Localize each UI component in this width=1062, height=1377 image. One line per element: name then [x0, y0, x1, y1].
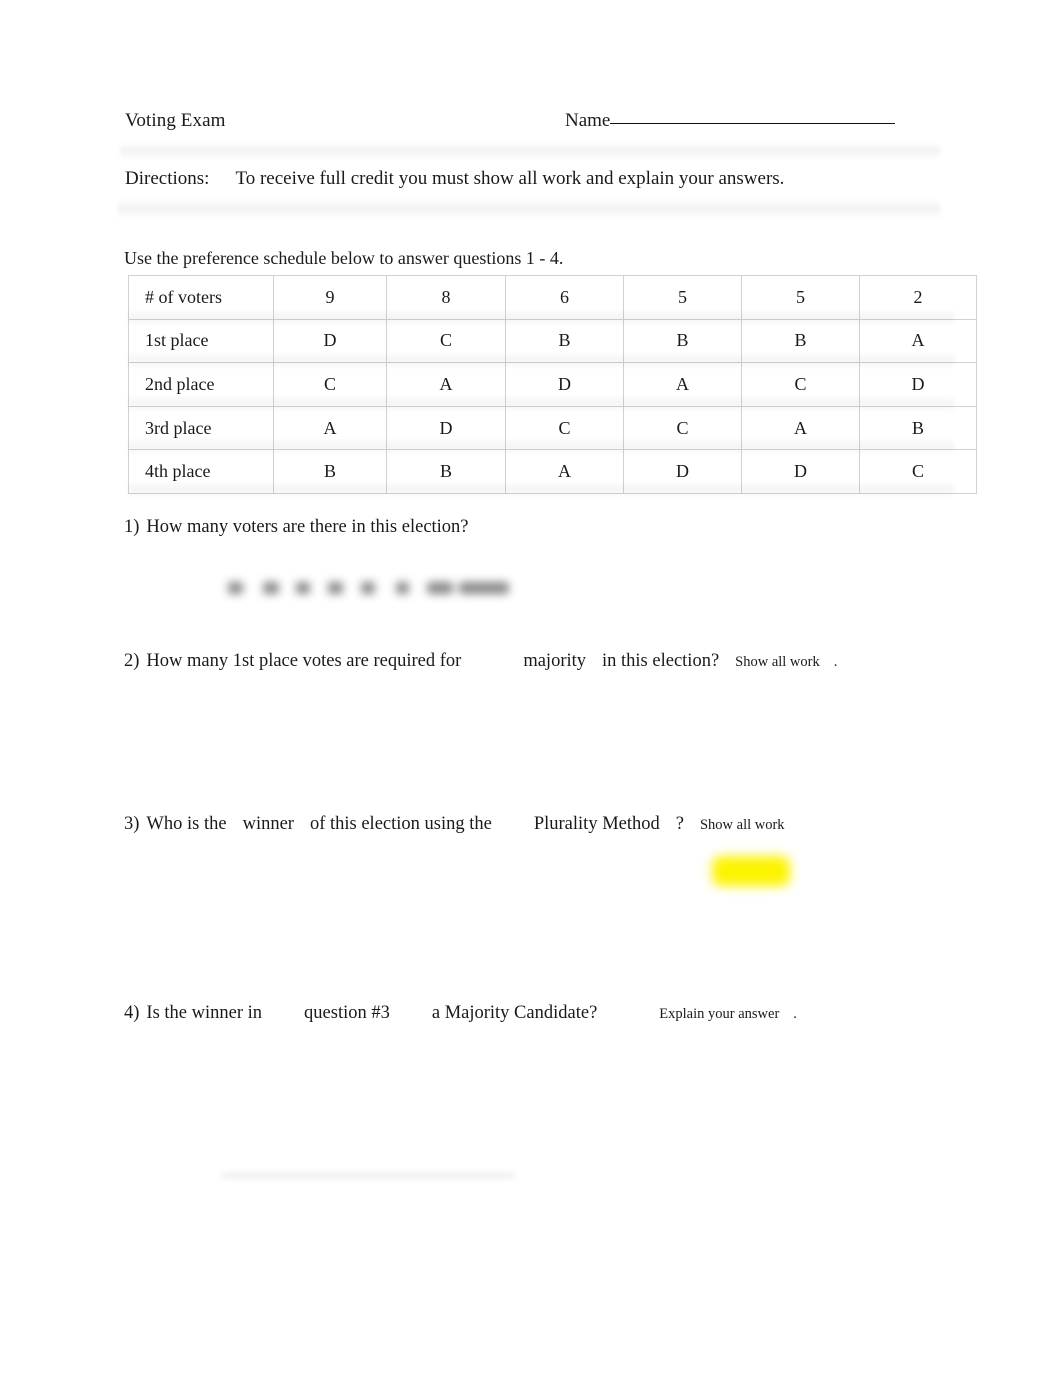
table-row: 4th place B B A D D C: [128, 449, 977, 494]
cell-3rd-0: A: [273, 405, 387, 451]
row-label-voters: # of voters: [128, 275, 274, 320]
cell-1st-2: B: [505, 318, 624, 364]
question-1-text: How many voters are there in this electi…: [146, 517, 469, 537]
question-2-text-part2: majority: [523, 651, 587, 671]
cell-voters-1: 8: [386, 275, 506, 320]
cell-1st-3: B: [623, 318, 742, 364]
table-row: 2nd place C A D A C D: [128, 362, 977, 407]
question-4-text-part1: Is the winner in: [146, 1003, 263, 1023]
cell-4th-2: A: [505, 449, 624, 494]
cell-1st-4: B: [741, 318, 860, 364]
directions-text: To receive full credit you must show all…: [235, 168, 785, 189]
question-2-trailing: .: [833, 654, 838, 670]
question-4-text-part2: question #3: [304, 1003, 390, 1023]
page-title: Voting Exam: [125, 110, 226, 131]
question-3-note: Show all work: [699, 817, 785, 833]
name-field-group: Name: [565, 110, 896, 132]
cell-2nd-5: D: [859, 362, 977, 407]
table-row: 1st place D C B B B A: [128, 318, 977, 364]
header: Voting Exam Name: [125, 110, 915, 132]
cell-2nd-2: D: [505, 362, 624, 407]
directions-label: Directions:: [125, 168, 210, 189]
cell-1st-1: C: [386, 318, 506, 364]
bottom-redaction-smudge: [222, 1172, 514, 1179]
directions-line: Directions: To receive full credit you mu…: [125, 168, 784, 190]
row-label-1st: 1st place: [128, 318, 274, 364]
question-3: 3) Who is the winner of this election using…: [124, 814, 785, 835]
cell-4th-5: C: [859, 449, 977, 494]
cell-2nd-1: A: [386, 362, 506, 407]
row-label-3rd: 3rd place: [128, 405, 274, 451]
cell-2nd-3: A: [623, 362, 742, 407]
question-4-number: 4): [124, 1003, 140, 1023]
redaction-band-bottom: [118, 199, 940, 219]
table-row-voters: # of voters 9 8 6 5 5 2: [128, 275, 977, 320]
row-label-2nd: 2nd place: [128, 362, 274, 407]
question-3-number: 3): [124, 814, 140, 834]
cell-4th-0: B: [273, 449, 387, 494]
cell-4th-3: D: [623, 449, 742, 494]
cell-1st-5: A: [859, 318, 977, 364]
cell-voters-0: 9: [273, 275, 387, 320]
question-3-text-part3: of this election using the: [309, 814, 492, 834]
redacted-answer-q1: [224, 574, 516, 602]
question-3-text-part1: Who is the: [146, 814, 227, 834]
cell-2nd-0: C: [273, 362, 387, 407]
cell-voters-3: 5: [623, 275, 742, 320]
redaction-band-top: [120, 143, 940, 159]
question-2: 2) How many 1st place votes are required …: [124, 651, 837, 672]
cell-3rd-3: C: [623, 405, 742, 451]
question-2-text-part3: in this election?: [602, 651, 720, 671]
question-3-text-part2: winner: [242, 814, 294, 834]
cell-voters-2: 6: [505, 275, 624, 320]
cell-2nd-4: C: [741, 362, 860, 407]
name-input-line[interactable]: [610, 122, 896, 124]
preference-schedule-table: # of voters 9 8 6 5 5 2 1st place D C B …: [128, 275, 977, 494]
question-3-question-mark: ?: [675, 814, 684, 834]
question-2-note: Show all work: [735, 654, 820, 670]
yellow-highlight-q3: [712, 856, 790, 886]
worksheet-page: Voting Exam Name Directions: To receive f…: [0, 0, 1062, 1377]
row-label-4th: 4th place: [128, 449, 274, 494]
table-intro-text: Use the preference schedule below to ans…: [124, 248, 564, 268]
question-2-number: 2): [124, 651, 140, 671]
table-row: 3rd place A D C C A B: [128, 405, 977, 451]
question-4-note: Explain your answer: [659, 1006, 780, 1022]
cell-voters-5: 2: [859, 275, 977, 320]
cell-3rd-4: A: [741, 405, 860, 451]
question-4-text-part3: a Majority Candidate?: [431, 1003, 598, 1023]
cell-1st-0: D: [273, 318, 387, 364]
question-4-trailing: .: [793, 1006, 797, 1022]
cell-voters-4: 5: [741, 275, 860, 320]
question-1-number: 1): [124, 517, 140, 537]
question-4: 4) Is the winner in question #3 a Majority …: [124, 1003, 797, 1024]
cell-3rd-2: C: [505, 405, 624, 451]
cell-4th-1: B: [386, 449, 506, 494]
cell-4th-4: D: [741, 449, 860, 494]
cell-3rd-5: B: [859, 405, 977, 451]
question-1: 1) How many voters are there in this elec…: [124, 517, 469, 538]
name-label: Name: [565, 110, 611, 131]
question-2-text-part1: How many 1st place votes are required fo…: [146, 651, 462, 671]
question-3-text-part4: Plurality Method: [533, 814, 660, 834]
cell-3rd-1: D: [386, 405, 506, 451]
